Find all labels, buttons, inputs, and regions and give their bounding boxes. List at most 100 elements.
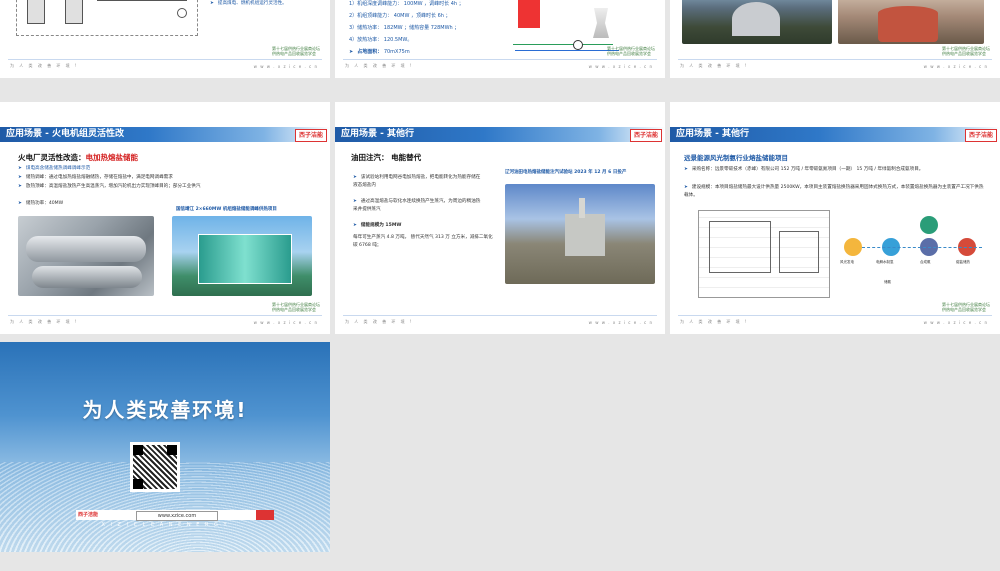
slide2-lines: 1）机组深度调峰能力： 100MW ，调峰时长 4h ； 2）机组顶峰能力： 4…	[349, 0, 509, 58]
qr-pattern	[133, 445, 177, 489]
bullet-arrow-icon: ➤	[18, 175, 22, 180]
plant-photo-left	[682, 0, 832, 44]
footer-badge: 第十七届供热行业展商论坛 供热电产品回收展览学会	[942, 302, 990, 312]
slide-thermal-flexibility[interactable]: 应用场景 - 火电机组灵活性改 西子洁能 火电厂灵活性改造：电加热熔盐储能 ➤ 煤…	[0, 102, 330, 334]
footer-website: w w w . x z i c e . c n	[923, 320, 988, 325]
slide-title: 应用场景 - 其他行	[341, 129, 415, 139]
node-label-2: 电解水制氢	[876, 260, 894, 264]
pipe-blue	[515, 50, 619, 51]
footer-slogan: 为 人 类 改 善 环 境 !	[345, 319, 414, 324]
bullet-arrow-icon: ➤	[684, 185, 688, 190]
red-tag	[256, 510, 274, 520]
bullet-1: ➤ 采购名称：远景零碳技术（赤峰）有限公司 152 万吨 / 年零碳氨氮项目（一期…	[684, 167, 924, 172]
building-photo	[172, 216, 312, 296]
slide-title: 应用场景 - 其他行	[676, 129, 750, 139]
machinery-photo	[18, 216, 154, 296]
bullet-2: ➤ 储热调峰：通过电加热熔盐熔融储热，存储在熔盐中，满足电网调峰需求	[18, 175, 173, 180]
bullet-arrow-icon: ➤	[353, 199, 357, 204]
bullet-arrow-icon: ➤	[18, 184, 22, 189]
tank-2	[65, 0, 83, 24]
bullet-arrow-icon: ➤	[349, 49, 354, 55]
subtitle: X I Z I C L E A N E N E R G Y	[101, 522, 229, 528]
description: 每年可生产蒸汽 4.8 万吨， 替代天然气 313 万 立方米，减排二氧化碳 6…	[353, 235, 493, 248]
footer-badge: 第十七届供热行业展商论坛 供热电产品回收展览学会	[607, 46, 655, 56]
flow-arrow	[862, 247, 982, 248]
line-1: 1）机组深度调峰能力： 100MW ，调峰时长 4h ；	[349, 1, 464, 7]
chimney	[579, 198, 585, 218]
slogan: 为人类改善环境!	[82, 398, 248, 422]
footer-line	[8, 59, 322, 60]
slide-oilfield[interactable]: 应用场景 - 其他行 西子洁能 油田注汽： 电能替代 ➤ 该试验站利用电网谷电加热…	[335, 102, 665, 334]
bullet-arrow-icon: ➤	[353, 223, 357, 228]
slide-closing[interactable]: 为人类改善环境! 西子洁能 www.xzice.com X I Z I C L …	[0, 342, 330, 552]
footer-slogan: 为 人 类 改 善 环 境 !	[10, 319, 79, 324]
storage-building	[198, 234, 292, 284]
pipe-green	[513, 44, 613, 45]
drawing-box-2	[779, 231, 819, 273]
footer-badge: 第十七届供热行业展商论坛 供热电产品回收展览学会	[272, 302, 320, 312]
bullet-2: ➤ 建设规模：本项目熔盐储热最大设计供热量 2500KW，本项目主装置熔盐换热器采…	[684, 185, 984, 198]
bullet-arrow-icon: ➤	[684, 167, 688, 172]
slide-heading: 远景能源风光制氨行业熔盐储能项目	[684, 154, 788, 162]
wind-solar-icon	[844, 238, 862, 256]
footer-line	[343, 315, 657, 316]
qr-code[interactable]	[130, 442, 180, 492]
engineering-drawing	[698, 210, 830, 298]
bottom-logo: 西子洁能	[78, 512, 99, 518]
pump-icon	[573, 40, 583, 50]
bullet-power: ➤ 储热功率：40MW	[18, 201, 64, 206]
photo-caption: 国信靖江 2×660MW 机组熔盐储能调峰供热项目	[176, 207, 277, 212]
line-2: 2）机组顶峰能力： 40MW ，顶峰时长 6h ；	[349, 13, 451, 19]
dome-shape	[732, 2, 780, 36]
bullet-arrow-icon: ➤	[210, 1, 214, 6]
node-label-1: 风光发电	[840, 260, 854, 264]
photo-caption: 辽河油田电热熔盐储能注汽试验站 2023 年 12 月 6 日投产	[505, 170, 627, 175]
footer-website: w w w . x z i c e . c n	[588, 320, 653, 325]
node-label-3: 合成氨	[920, 260, 931, 264]
company-logo: 西子洁能	[629, 129, 662, 142]
bullet-1: ➤ 该试验站利用电网谷电加热熔盐，把电能转化为热能存储在液态熔盐内	[353, 175, 481, 188]
heater-cylinder-2	[32, 266, 142, 288]
slide-heading: 火电厂灵活性改造：电加热熔盐储能	[18, 153, 138, 162]
bullet-3: ➤ 放热顶峰：高温熔盐放热产生高温蒸汽，增加汽轮机出力实现顶峰目的；部分工业供汽	[18, 184, 201, 189]
cooling-tower-icon	[593, 8, 609, 38]
red-block	[518, 0, 540, 28]
area-line: ➤ 占地面积： 70mX75m	[349, 49, 410, 55]
slide-wind-ammonia[interactable]: 应用场景 - 其他行 西子洁能 远景能源风光制氨行业熔盐储能项目 ➤ 采购名称：远…	[670, 102, 1000, 334]
website-link[interactable]: www.xzice.com	[136, 511, 218, 521]
bullet-1: ➤ 煤电高含储盐储热调峰调峰示范	[18, 166, 91, 171]
footer-slogan: 为 人 类 改 善 环 境 !	[345, 63, 414, 68]
heater-cylinder	[26, 236, 146, 262]
footer-slogan: 为 人 类 改 善 环 境 !	[680, 319, 749, 324]
footer-website: w w w . x z i c e . c n	[253, 64, 318, 69]
footer-slogan: 为 人 类 改 善 环 境 !	[680, 63, 749, 68]
footer-website: w w w . x z i c e . c n	[923, 64, 988, 69]
footer-line	[678, 315, 992, 316]
node-label-4: 储氨	[884, 280, 891, 284]
company-logo: 西子洁能	[964, 129, 997, 142]
bullet-2: ➤ 通过高温熔盐与软化水连续换热产生蒸汽，为周边的稠油热采井提供蒸汽	[353, 199, 481, 212]
footer-line	[678, 59, 992, 60]
company-logo: 西子洁能	[294, 129, 327, 142]
footer-badge: 第十七届供热行业展商论坛 供热电产品回收展览学会	[942, 46, 990, 56]
bullet-arrow-icon: ➤	[353, 175, 357, 180]
slide-title: 应用场景 - 火电机组灵活性改	[6, 129, 125, 139]
slide-top-right[interactable]: 第十七届供热行业展商论坛 供热电产品回收展览学会 为 人 类 改 善 环 境 ! …	[670, 0, 1000, 78]
footer-bar: 西子洁能 www.xzice.com	[76, 510, 274, 521]
slide-heading: 油田注汽： 电能替代	[351, 153, 422, 162]
bullet-arrow-icon: ➤	[18, 166, 22, 171]
slide1-bullet: ➤ 提高煤电、燃机机组运行灵活性。	[210, 1, 287, 6]
slide-top-left[interactable]: ➤ 提高煤电、燃机机组运行灵活性。 第十七届供热行业展商论坛 供热电产品回收展览学会…	[0, 0, 330, 78]
drawing-box	[709, 221, 771, 273]
plant-photo-right	[838, 0, 984, 44]
slide1-diagram	[16, 0, 198, 36]
tank-shape	[878, 6, 938, 42]
bullet-arrow-icon: ➤	[18, 201, 22, 206]
pipe	[97, 0, 187, 1]
pump-icon	[177, 8, 187, 18]
process-flow: 风光发电 电解水制氢 合成氨 储氨 熔盐储热	[840, 214, 990, 298]
footer-badge: 第十七届供热行业展商论坛 供热电产品回收展览学会	[272, 46, 320, 56]
line-3: 3）储热功率： 182MW ；储热容量 728MWh ；	[349, 25, 460, 31]
footer-website: w w w . x z i c e . c n	[588, 64, 653, 69]
slide-top-middle[interactable]: 1）机组深度调峰能力： 100MW ，调峰时长 4h ； 2）机组顶峰能力： 4…	[335, 0, 665, 78]
